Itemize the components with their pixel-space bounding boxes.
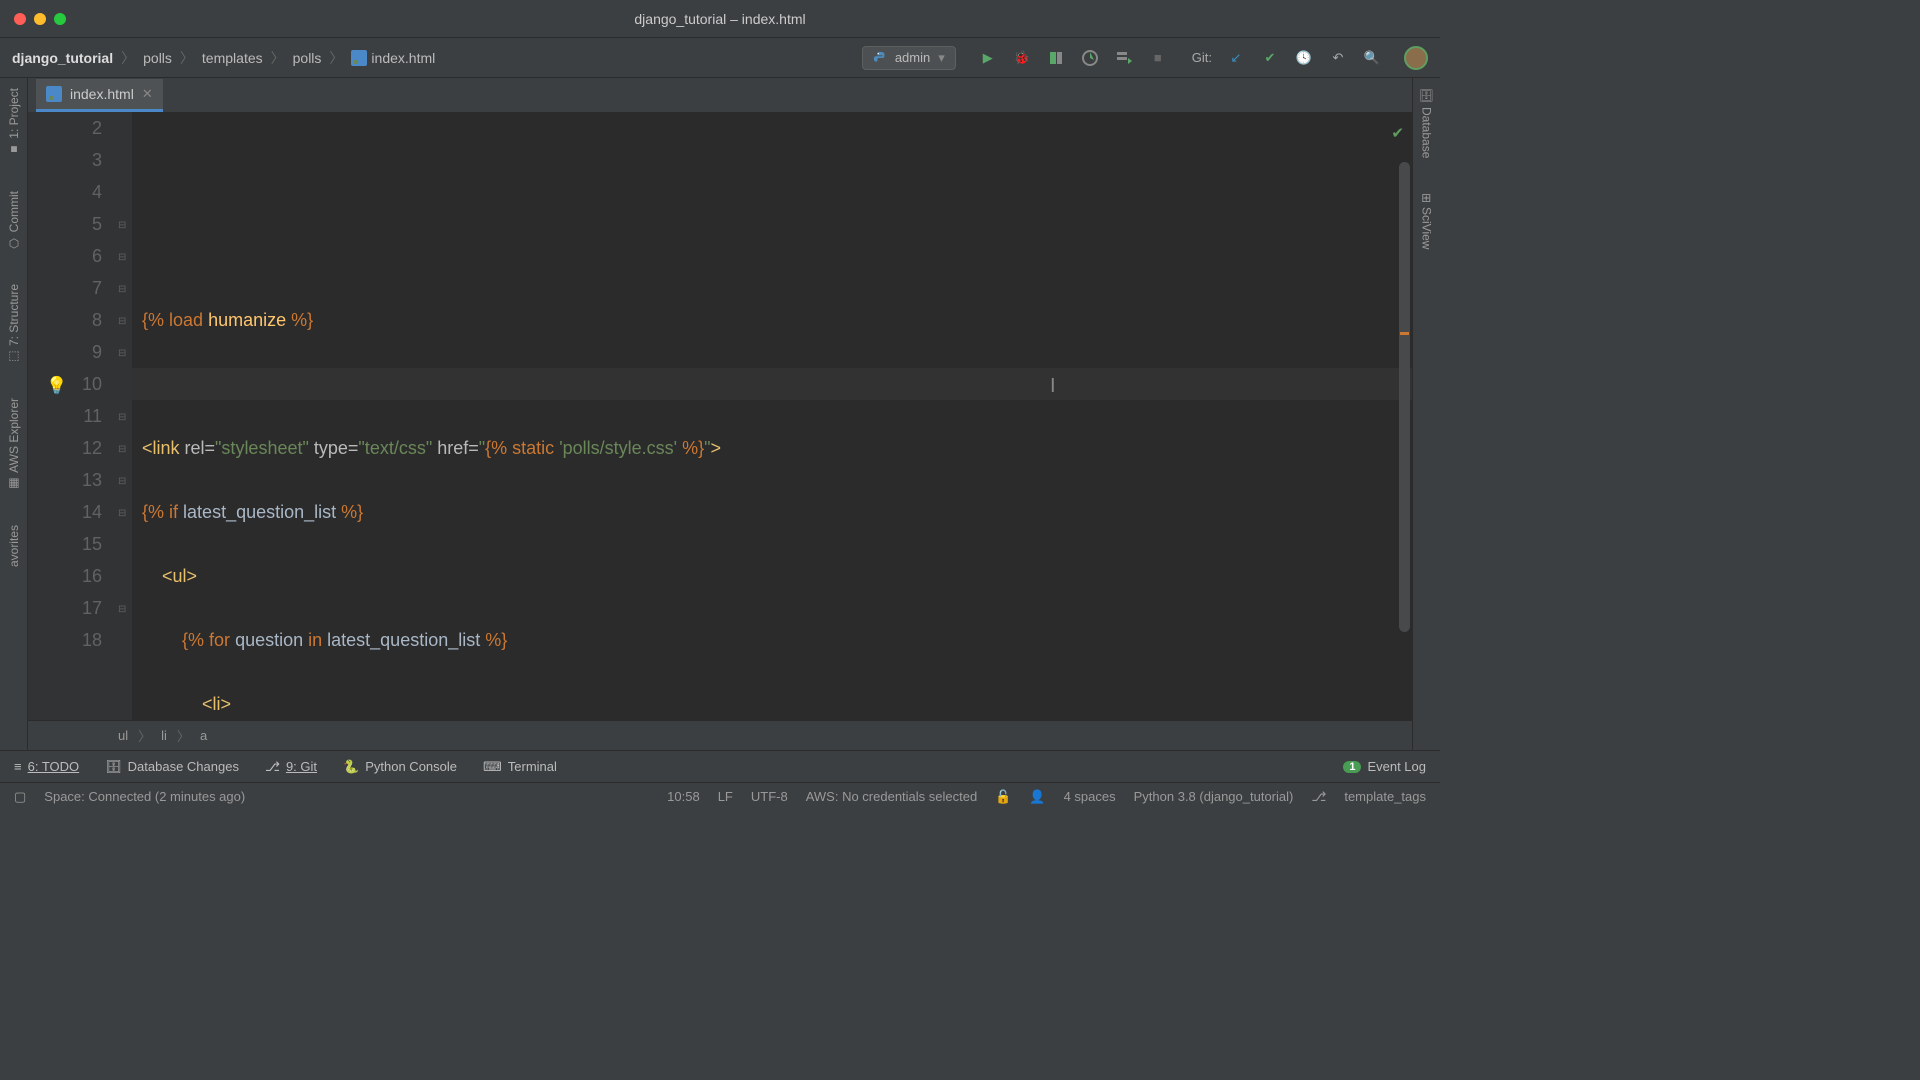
status-encoding[interactable]: UTF-8 bbox=[751, 789, 788, 804]
tab-label: index.html bbox=[70, 86, 134, 102]
sidebar-tab-project[interactable]: ■1: Project bbox=[5, 84, 23, 161]
undo-icon[interactable]: ↶ bbox=[1328, 48, 1348, 68]
status-space[interactable]: Space: Connected (2 minutes ago) bbox=[44, 789, 245, 804]
run-config-label: admin bbox=[895, 50, 930, 65]
bottom-tool-bar: ≡6: TODO 🗄Database Changes ⎇9: Git 🐍Pyth… bbox=[0, 750, 1440, 782]
maximize-window-icon[interactable] bbox=[54, 13, 66, 25]
avatar[interactable] bbox=[1404, 46, 1428, 70]
close-window-icon[interactable] bbox=[14, 13, 26, 25]
window-title: django_tutorial – index.html bbox=[634, 11, 805, 27]
sidebar-tab-database[interactable]: 🗄Database bbox=[1418, 84, 1436, 163]
status-tool-windows-icon[interactable]: ▢ bbox=[14, 789, 26, 805]
tool-todo[interactable]: ≡6: TODO bbox=[14, 759, 79, 774]
breadcrumbs: django_tutorial〉 polls〉 templates〉 polls… bbox=[12, 48, 435, 68]
lock-icon[interactable]: 🔓 bbox=[995, 789, 1011, 805]
inspector-icon[interactable]: 👤 bbox=[1029, 789, 1045, 805]
minimize-window-icon[interactable] bbox=[34, 13, 46, 25]
breadcrumb-item[interactable]: index.html bbox=[371, 50, 435, 66]
navbar: django_tutorial〉 polls〉 templates〉 polls… bbox=[0, 38, 1440, 78]
fold-gutter[interactable]: ⊟ ⊟ ⊟ ⊟ ⊟ ⊟ ⊟ ⊟ ⊟ ⊟ bbox=[116, 112, 132, 720]
sidebar-tab-favorites[interactable]: avorites bbox=[5, 521, 23, 571]
status-indent[interactable]: 4 spaces bbox=[1064, 789, 1116, 804]
breadcrumb-item[interactable]: polls bbox=[293, 50, 322, 66]
stop-icon[interactable]: ■ bbox=[1148, 48, 1168, 68]
window-controls[interactable] bbox=[14, 13, 66, 25]
inspection-ok-icon[interactable]: ✔ bbox=[1391, 118, 1404, 150]
git-commit-icon[interactable]: ✔ bbox=[1260, 48, 1280, 68]
sidebar-tab-sciview[interactable]: ⊞SciView bbox=[1418, 189, 1436, 254]
debug-icon[interactable]: 🐞 bbox=[1012, 48, 1032, 68]
left-tool-gutter: ■1: Project ⬡Commit ⬚7: Structure ▦AWS E… bbox=[0, 78, 28, 750]
git-label: Git: bbox=[1192, 50, 1212, 65]
chevron-down-icon: ▾ bbox=[938, 50, 945, 66]
profile-icon[interactable] bbox=[1080, 48, 1100, 68]
tool-terminal[interactable]: ⌨Terminal bbox=[483, 759, 557, 775]
tool-event-log[interactable]: 1Event Log bbox=[1343, 759, 1426, 774]
breadcrumb-item[interactable]: django_tutorial bbox=[12, 50, 113, 66]
editor-tabs: index.html ✕ bbox=[28, 78, 1412, 112]
element-breadcrumbs[interactable]: ul〉 li〉 a bbox=[28, 720, 1412, 750]
status-bar: ▢ Space: Connected (2 minutes ago) 10:58… bbox=[0, 782, 1440, 810]
code-editor[interactable]: 23456789101112131415161718 💡 ⊟ ⊟ ⊟ ⊟ ⊟ ⊟… bbox=[28, 112, 1412, 720]
titlebar: django_tutorial – index.html bbox=[0, 0, 1440, 38]
search-icon[interactable]: 🔍 bbox=[1362, 48, 1382, 68]
git-update-icon[interactable]: ↙ bbox=[1226, 48, 1246, 68]
tool-db-changes[interactable]: 🗄Database Changes bbox=[105, 759, 239, 775]
status-time: 10:58 bbox=[667, 789, 700, 804]
breadcrumb-item[interactable]: templates bbox=[202, 50, 263, 66]
run-icon[interactable]: ▶ bbox=[978, 48, 998, 68]
tool-git[interactable]: ⎇9: Git bbox=[265, 759, 317, 775]
status-line-sep[interactable]: LF bbox=[718, 789, 733, 804]
intention-bulb-icon[interactable]: 💡 bbox=[46, 370, 67, 402]
python-icon bbox=[873, 51, 887, 65]
right-tool-gutter: 🗄Database ⊞SciView bbox=[1412, 78, 1440, 750]
editor-tab[interactable]: index.html ✕ bbox=[36, 79, 163, 112]
sidebar-tab-aws[interactable]: ▦AWS Explorer bbox=[5, 394, 23, 495]
sidebar-tab-commit[interactable]: ⬡Commit bbox=[5, 187, 23, 254]
run-config-selector[interactable]: admin ▾ bbox=[862, 46, 956, 70]
tool-python-console[interactable]: 🐍Python Console bbox=[343, 759, 457, 775]
status-aws[interactable]: AWS: No credentials selected bbox=[806, 789, 977, 804]
status-branch[interactable]: template_tags bbox=[1344, 789, 1426, 804]
line-gutter: 23456789101112131415161718 💡 bbox=[28, 112, 116, 720]
status-python[interactable]: Python 3.8 (django_tutorial) bbox=[1134, 789, 1294, 804]
coverage-icon[interactable] bbox=[1046, 48, 1066, 68]
html-file-icon bbox=[46, 86, 62, 102]
run-tests-icon[interactable] bbox=[1114, 48, 1134, 68]
html-file-icon bbox=[351, 50, 367, 66]
branch-icon: ⎇ bbox=[1311, 789, 1326, 805]
sidebar-tab-structure[interactable]: ⬚7: Structure bbox=[5, 280, 23, 368]
close-tab-icon[interactable]: ✕ bbox=[142, 86, 153, 102]
code-content[interactable]: ✔ I {% load humanize %} <link rel="style… bbox=[132, 112, 1412, 720]
breadcrumb-item[interactable]: polls bbox=[143, 50, 172, 66]
git-history-icon[interactable]: 🕓 bbox=[1294, 48, 1314, 68]
